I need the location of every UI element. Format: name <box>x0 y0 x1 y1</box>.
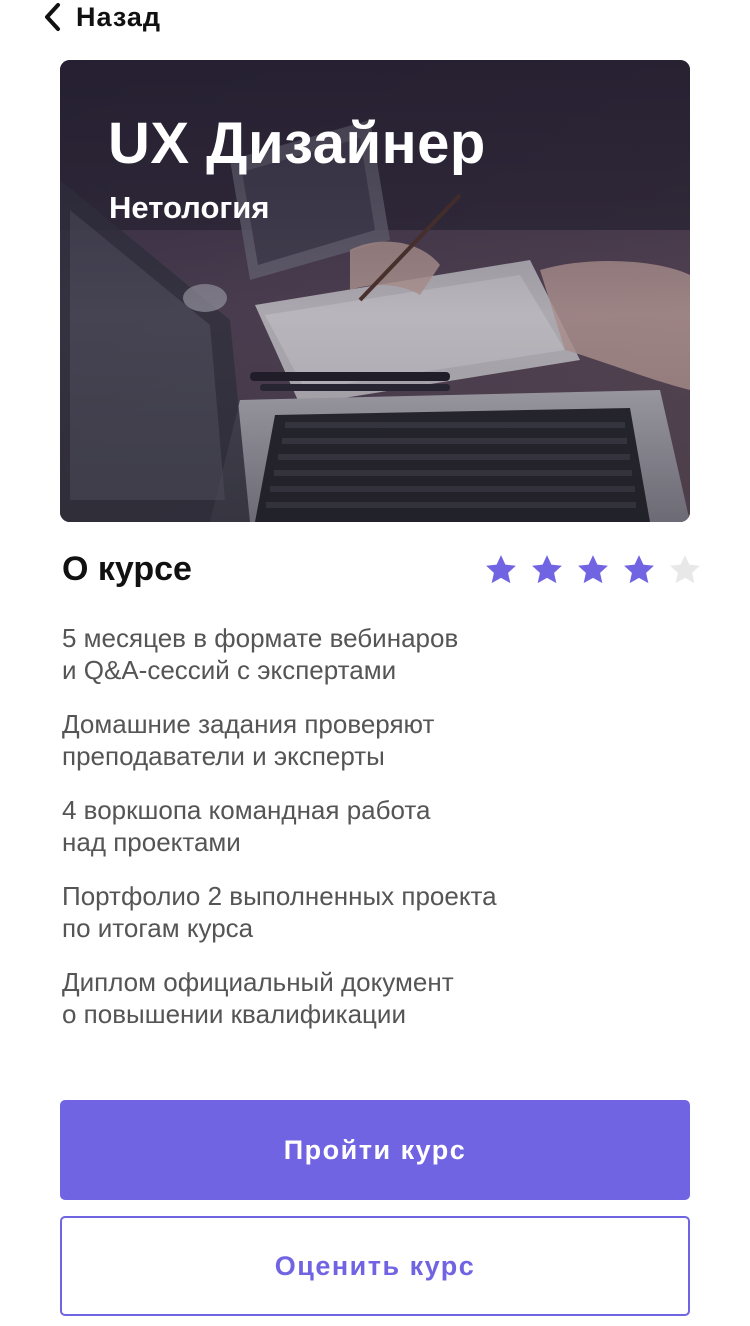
feature-item: 4 воркшопа командная работа над проектами <box>62 794 682 858</box>
feature-item: 5 месяцев в формате вебинаров и Q&A-сесси… <box>62 622 682 686</box>
feature-text: 5 месяцев в формате вебинаров <box>62 623 459 653</box>
feature-text: и Q&A-сессий с экспертами <box>62 655 397 685</box>
course-provider: Нетология <box>109 190 270 225</box>
feature-text: Портфолио 2 выполненных проекта <box>62 881 497 911</box>
star-filled-icon[interactable] <box>576 553 610 587</box>
feature-text: по итогам курса <box>62 913 254 943</box>
take-course-button[interactable]: Пройти курс <box>60 1100 690 1200</box>
rating-stars[interactable] <box>484 553 702 587</box>
feature-text: Домашние задания проверяют <box>62 709 435 739</box>
about-heading: О курсе <box>62 550 192 588</box>
chevron-left-icon <box>45 3 60 31</box>
feature-text: Диплом официальный документ <box>62 967 454 997</box>
feature-item: Диплом официальный документ о повышении к… <box>62 966 682 1030</box>
feature-text: над проектами <box>62 827 241 857</box>
feature-item: Домашние задания проверяют преподаватели … <box>62 708 682 772</box>
feature-item: Портфолио 2 выполненных проекта по итогам… <box>62 880 682 944</box>
star-filled-icon[interactable] <box>622 553 656 587</box>
feature-text: преподаватели и эксперты <box>62 741 385 771</box>
course-hero-image: UX Дизайнер Нетология <box>60 60 690 522</box>
feature-text: о повышении квалификации <box>62 999 406 1029</box>
star-filled-icon[interactable] <box>530 553 564 587</box>
star-filled-icon[interactable] <box>484 553 518 587</box>
back-button[interactable]: Назад <box>42 0 161 34</box>
feature-list: 5 месяцев в формате вебинаров и Q&A-сесси… <box>62 622 682 1052</box>
feature-text: 4 воркшопа командная работа <box>62 795 431 825</box>
course-title: UX Дизайнер <box>108 111 486 176</box>
star-empty-icon[interactable] <box>668 553 702 587</box>
rate-course-button[interactable]: Оценить курс <box>60 1216 690 1316</box>
back-label: Назад <box>76 1 162 32</box>
